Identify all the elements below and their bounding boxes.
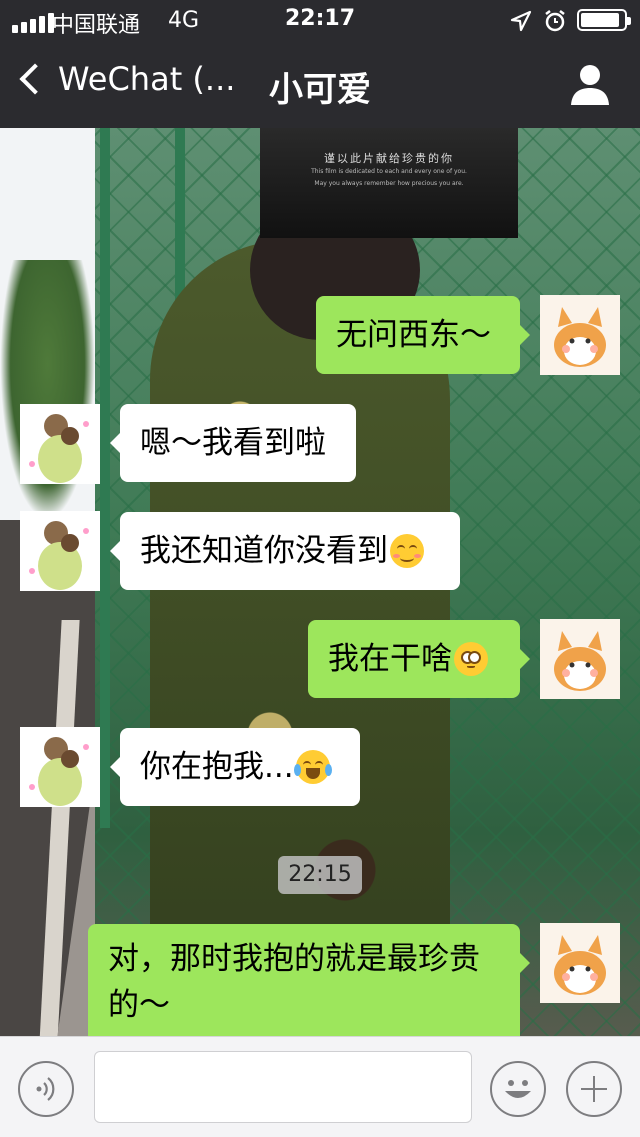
contact-avatar[interactable] [20, 511, 100, 591]
my-avatar[interactable] [540, 923, 620, 1003]
voice-button[interactable] [18, 1061, 74, 1117]
message-text: 我在干啥 [328, 641, 452, 677]
message-text: 你在抱我... [140, 749, 294, 785]
contact-avatar[interactable] [20, 727, 100, 807]
navigation-bar: WeChat (... 小可爱 [0, 40, 640, 128]
tears-of-joy-emoji [293, 750, 332, 784]
message-text: 嗯～我看到啦 [140, 425, 326, 461]
alarm-icon [545, 10, 565, 32]
message-input[interactable] [94, 1051, 472, 1123]
emoji-button[interactable] [490, 1061, 546, 1117]
sign-line-1: 谨以此片献给珍贵的你 [324, 152, 454, 165]
sign-line-3: May you always remember how precious you… [314, 180, 464, 187]
plus-button[interactable] [566, 1061, 622, 1117]
my-avatar[interactable] [540, 619, 620, 699]
chat-title: 小可爱 [269, 70, 371, 110]
message-text: 我还知道你没看到 [140, 533, 388, 569]
message-bubble-outgoing[interactable]: 无问西东～ [316, 296, 530, 374]
message-bubble-incoming[interactable]: 嗯～我看到啦 [110, 404, 356, 482]
message-bubble-incoming[interactable]: 我还知道你没看到 [110, 512, 460, 590]
battery-icon [577, 9, 631, 31]
profile-icon[interactable] [570, 62, 610, 106]
message-text: 对，那时我抱的就是最珍贵的～ [108, 941, 480, 1023]
status-bar: 中国联通 4G 22:17 [0, 0, 640, 40]
flushed-emoji [454, 642, 488, 676]
contact-avatar[interactable] [20, 404, 100, 484]
message-bubble-incoming[interactable]: 你在抱我... [110, 728, 360, 806]
sign-line-2: This film is dedicated to each and every… [311, 168, 467, 175]
background-sign: 谨以此片献给珍贵的你 This film is dedicated to eac… [260, 128, 518, 238]
voice-icon [36, 1077, 55, 1101]
smiley-icon [505, 1080, 531, 1098]
timestamp-divider: 22:15 [278, 856, 362, 894]
grinning-blush-emoji [390, 534, 424, 568]
my-avatar[interactable] [540, 295, 620, 375]
chat-input-bar [0, 1036, 640, 1137]
location-icon [510, 10, 532, 32]
message-bubble-outgoing[interactable]: 对，那时我抱的就是最珍贵的～ [88, 924, 530, 1036]
top-bar: 中国联通 4G 22:17 WeChat (... 小可爱 [0, 0, 640, 128]
message-text: 无问西东～ [336, 317, 491, 353]
message-bubble-outgoing[interactable]: 我在干啥 [308, 620, 530, 698]
